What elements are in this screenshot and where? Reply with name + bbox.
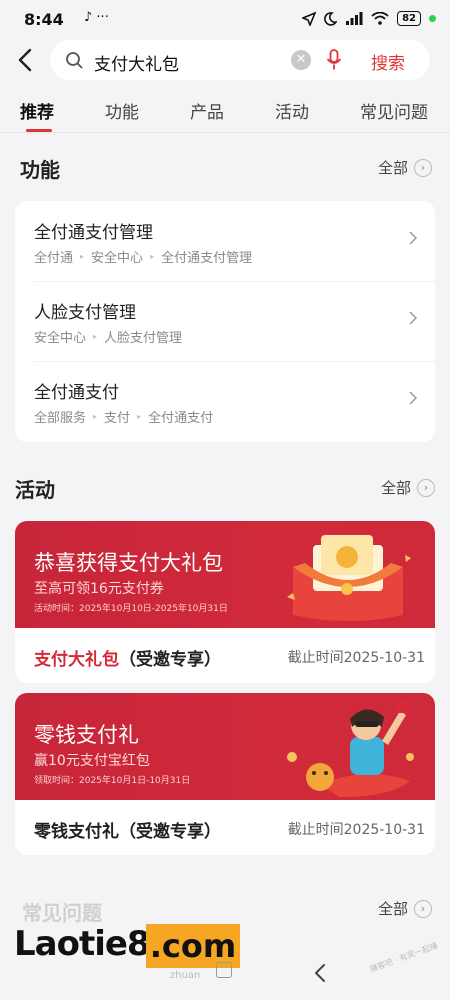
search-icon [66, 52, 83, 69]
banner-subtitle: 至高可领16元支付券 [34, 581, 164, 597]
path-separator-icon: ▸ [93, 332, 98, 341]
tab-products[interactable]: 产品 [190, 98, 224, 123]
function-item-path: 全付通 ▸ 安全中心 ▸ 全付通支付管理 [34, 247, 252, 266]
system-icons: 82 [302, 11, 436, 26]
path-segment: 安全中心 [91, 251, 144, 266]
path-separator-icon: ▸ [137, 412, 142, 421]
chevron-right-icon: › [414, 899, 432, 918]
red-envelope-gift-icon [287, 535, 411, 621]
activity-banner[interactable]: 零钱支付礼 赢10元支付宝红包 领取时间：2025年10月1日-10月31日 [15, 693, 435, 800]
faq-section-title: 常见问题 [22, 901, 102, 925]
status-bar: 8:44 ♪ ··· 82 [0, 0, 450, 40]
activities-all-button[interactable]: 全部 › [381, 477, 435, 498]
activity-name-highlight: 支付大礼包 [34, 650, 119, 670]
activity-name: 支付大礼包（受邀专享） [34, 645, 221, 670]
path-segment: 全付通支付管理 [161, 251, 253, 266]
location-icon [302, 11, 317, 26]
path-segment: 全付通支付 [148, 411, 214, 426]
function-item-title: 全付通支付管理 [34, 223, 153, 243]
functions-card: 全付通支付管理 全付通 ▸ 安全中心 ▸ 全付通支付管理 人脸支付管理 安全中心… [15, 201, 435, 442]
path-separator-icon: ▸ [150, 252, 155, 261]
function-item[interactable]: 全付通支付管理 全付通 ▸ 安全中心 ▸ 全付通支付管理 [15, 201, 435, 281]
path-segment: 全付通 [34, 251, 74, 266]
tab-bar: 推荐 功能 产品 活动 常见问题 [0, 92, 450, 133]
path-separator-icon: ▸ [80, 252, 85, 261]
activity-deadline: 截止时间2025-10-31 [287, 822, 425, 838]
function-item-path: 全部服务 ▸ 支付 ▸ 全付通支付 [34, 407, 213, 426]
activities-all-label: 全部 [380, 479, 411, 497]
back-nav-icon[interactable] [313, 963, 327, 983]
function-item[interactable]: 全付通支付 全部服务 ▸ 支付 ▸ 全付通支付 [15, 361, 435, 441]
activity-banner[interactable]: 恭喜获得支付大礼包 至高可领16元支付券 活动时间：2025年10月10日-20… [15, 521, 435, 628]
functions-all-label: 全部 [377, 159, 408, 177]
functions-section-title: 功能 [20, 158, 60, 182]
chevron-right-icon: › [414, 158, 432, 177]
banner-date: 领取时间：2025年10月1日-10月31日 [34, 776, 191, 786]
activity-deadline: 截止时间2025-10-31 [287, 650, 425, 666]
battery-icon: 82 [397, 11, 421, 26]
tab-faq[interactable]: 常见问题 [360, 98, 428, 123]
banner-title: 零钱支付礼 [34, 723, 139, 747]
microphone-icon[interactable] [326, 49, 342, 71]
wifi-icon [371, 12, 389, 25]
status-time: 8:44 [24, 10, 64, 29]
privacy-dot-icon [429, 15, 436, 22]
tab-functions[interactable]: 功能 [105, 98, 139, 123]
activity-name-rest: 零钱支付礼（受邀专享） [34, 822, 221, 842]
banner-date: 活动时间：2025年10月10日-2025年10月31日 [34, 604, 228, 614]
path-segment: 安全中心 [34, 331, 87, 346]
back-arrow-icon[interactable] [14, 46, 38, 74]
search-button[interactable]: 搜索 [371, 49, 405, 74]
notification-icons: ♪ ··· [84, 10, 109, 25]
home-nav-icon[interactable] [216, 962, 232, 978]
path-segment: 全部服务 [34, 411, 87, 426]
activity-name: 零钱支付礼（受邀专享） [34, 817, 221, 842]
path-separator-icon: ▸ [93, 412, 98, 421]
tab-recommended[interactable]: 推荐 [20, 98, 54, 123]
path-segment: 人脸支付管理 [104, 331, 183, 346]
chevron-right-icon: › [417, 478, 435, 497]
faq-all-button[interactable]: 全部 › [378, 898, 432, 919]
functions-all-button[interactable]: 全部 › [378, 157, 432, 178]
tab-activities[interactable]: 活动 [275, 98, 309, 123]
watermark-corner-text: 赚客吧 · 有奖一起赚 [368, 941, 440, 974]
activity-card[interactable]: 恭喜获得支付大礼包 至高可领16元支付券 活动时间：2025年10月10日-20… [15, 521, 435, 683]
function-item-title: 全付通支付 [34, 383, 119, 403]
function-item-path: 安全中心 ▸ 人脸支付管理 [34, 327, 182, 346]
function-item[interactable]: 人脸支付管理 安全中心 ▸ 人脸支付管理 [15, 281, 435, 361]
activity-card[interactable]: 零钱支付礼 赢10元支付宝红包 领取时间：2025年10月1日-10月31日 零… [15, 693, 435, 855]
banner-title: 恭喜获得支付大礼包 [34, 551, 223, 575]
activities-section-title: 活动 [15, 478, 55, 502]
chevron-right-icon [409, 311, 417, 325]
search-query[interactable]: 支付大礼包 [94, 50, 179, 75]
chevron-right-icon [409, 231, 417, 245]
watermark-brand: Laotie8 [14, 924, 151, 964]
watermark-logo: Laotie8 .com [14, 924, 242, 970]
activity-name-rest: （受邀专享） [119, 650, 221, 670]
faq-all-label: 全部 [377, 900, 408, 918]
moon-icon [324, 11, 338, 26]
chevron-right-icon [409, 391, 417, 405]
search-input[interactable]: 支付大礼包 ✕ 搜索 [50, 40, 430, 80]
path-segment: 支付 [104, 411, 131, 426]
watermark-small-text: zhuan [170, 970, 201, 981]
banner-subtitle: 赢10元支付宝红包 [34, 753, 150, 769]
signal-icon [346, 12, 363, 25]
function-item-title: 人脸支付管理 [34, 303, 136, 323]
character-mascot-icon [287, 699, 414, 797]
clear-icon[interactable]: ✕ [291, 50, 311, 70]
active-tab-indicator [26, 129, 52, 132]
